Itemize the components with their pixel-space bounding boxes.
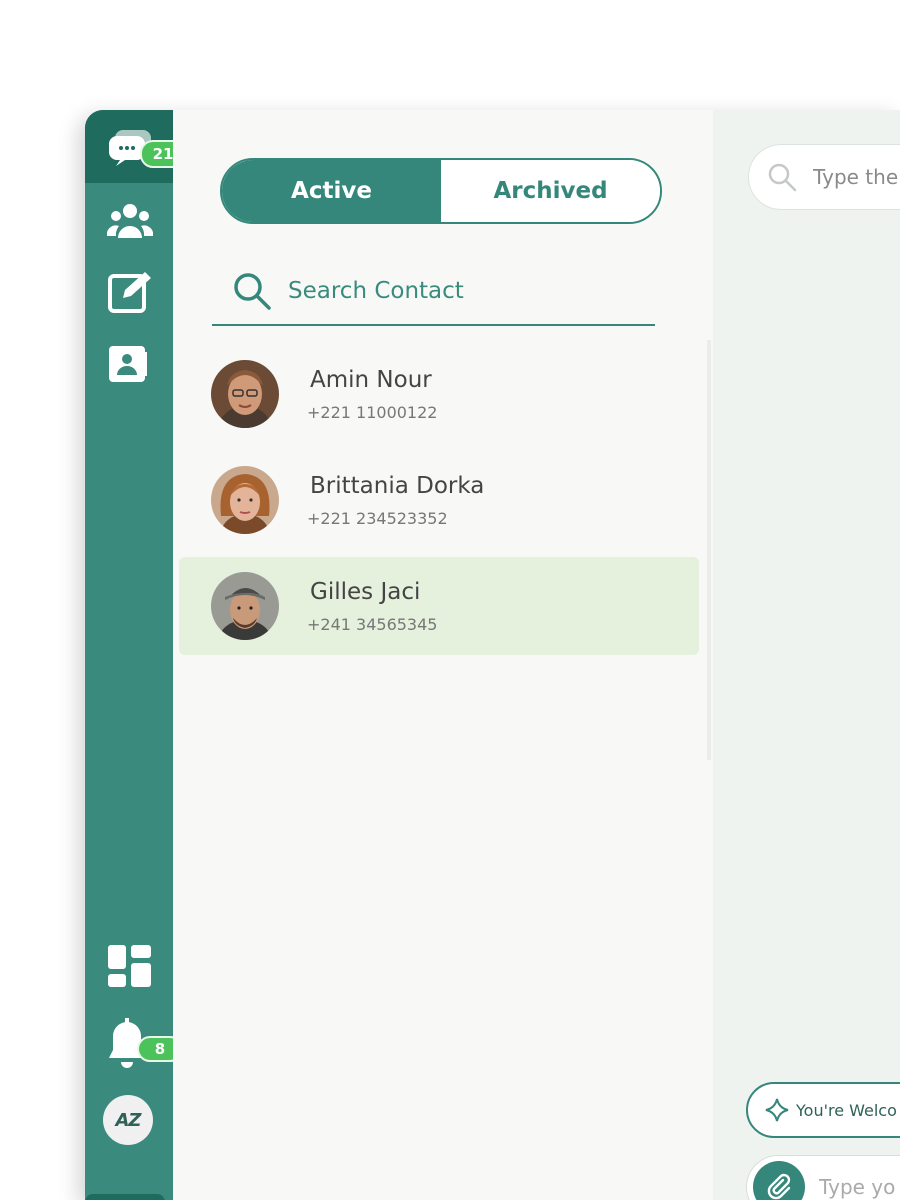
sparkle-icon	[765, 1098, 789, 1122]
contact-name: Brittania Dorka	[310, 473, 485, 499]
contact-name: Gilles Jaci	[310, 579, 421, 605]
dashboard-icon[interactable]	[107, 944, 153, 988]
conversation-filter-toggle: Active Archived	[220, 158, 662, 224]
paperclip-icon	[767, 1173, 791, 1200]
message-composer	[746, 1155, 900, 1200]
contact-search-input[interactable]	[286, 277, 630, 305]
app-window: 21 8 AZ Active Archived Search Contact A…	[85, 110, 900, 1200]
tab-archived[interactable]: Archived	[441, 160, 660, 222]
contacts-scrollbar[interactable]	[707, 340, 711, 760]
attach-button[interactable]	[753, 1161, 805, 1200]
contact-phone: +221 234523352	[307, 509, 448, 528]
chat-search-bar	[748, 144, 900, 210]
contact-phone: +221 11000122	[307, 403, 438, 422]
contact-list: Amin Nour +221 11000122 Brittania Dorka …	[179, 345, 699, 663]
contacts-panel: Active Archived Search Contact Amin Nour…	[173, 110, 713, 1200]
contact-book-icon[interactable]	[107, 344, 149, 384]
suggested-reply-button[interactable]: You're Welco	[746, 1082, 900, 1138]
tab-active[interactable]: Active	[222, 160, 441, 222]
suggested-reply-text: You're Welco	[796, 1100, 897, 1120]
account-avatar[interactable]: AZ	[103, 1095, 153, 1145]
contact-avatar	[211, 360, 279, 428]
edit-note-icon[interactable]	[107, 270, 153, 314]
chat-search-input[interactable]	[811, 164, 900, 190]
contact-search-bar	[212, 258, 655, 326]
search-icon	[768, 163, 797, 192]
group-users-icon[interactable]	[107, 202, 153, 240]
contact-avatar	[211, 572, 279, 640]
contact-row-brittania-dorka[interactable]: Brittania Dorka +221 234523352	[179, 451, 699, 549]
navigation-rail: 21 8 AZ	[85, 110, 186, 1200]
rail-bottom-tab	[85, 1194, 165, 1200]
contact-phone: +241 34565345	[307, 615, 438, 634]
message-input[interactable]	[817, 1174, 900, 1200]
search-icon	[234, 273, 271, 310]
account-logo-text: AZ	[115, 1109, 142, 1131]
contact-name: Amin Nour	[310, 367, 432, 393]
contact-row-amin-nour[interactable]: Amin Nour +221 11000122	[179, 345, 699, 443]
contact-avatar	[211, 466, 279, 534]
chat-panel: You're Welco	[713, 110, 900, 1200]
contact-row-gilles-jaci[interactable]: Gilles Jaci +241 34565345	[179, 557, 699, 655]
